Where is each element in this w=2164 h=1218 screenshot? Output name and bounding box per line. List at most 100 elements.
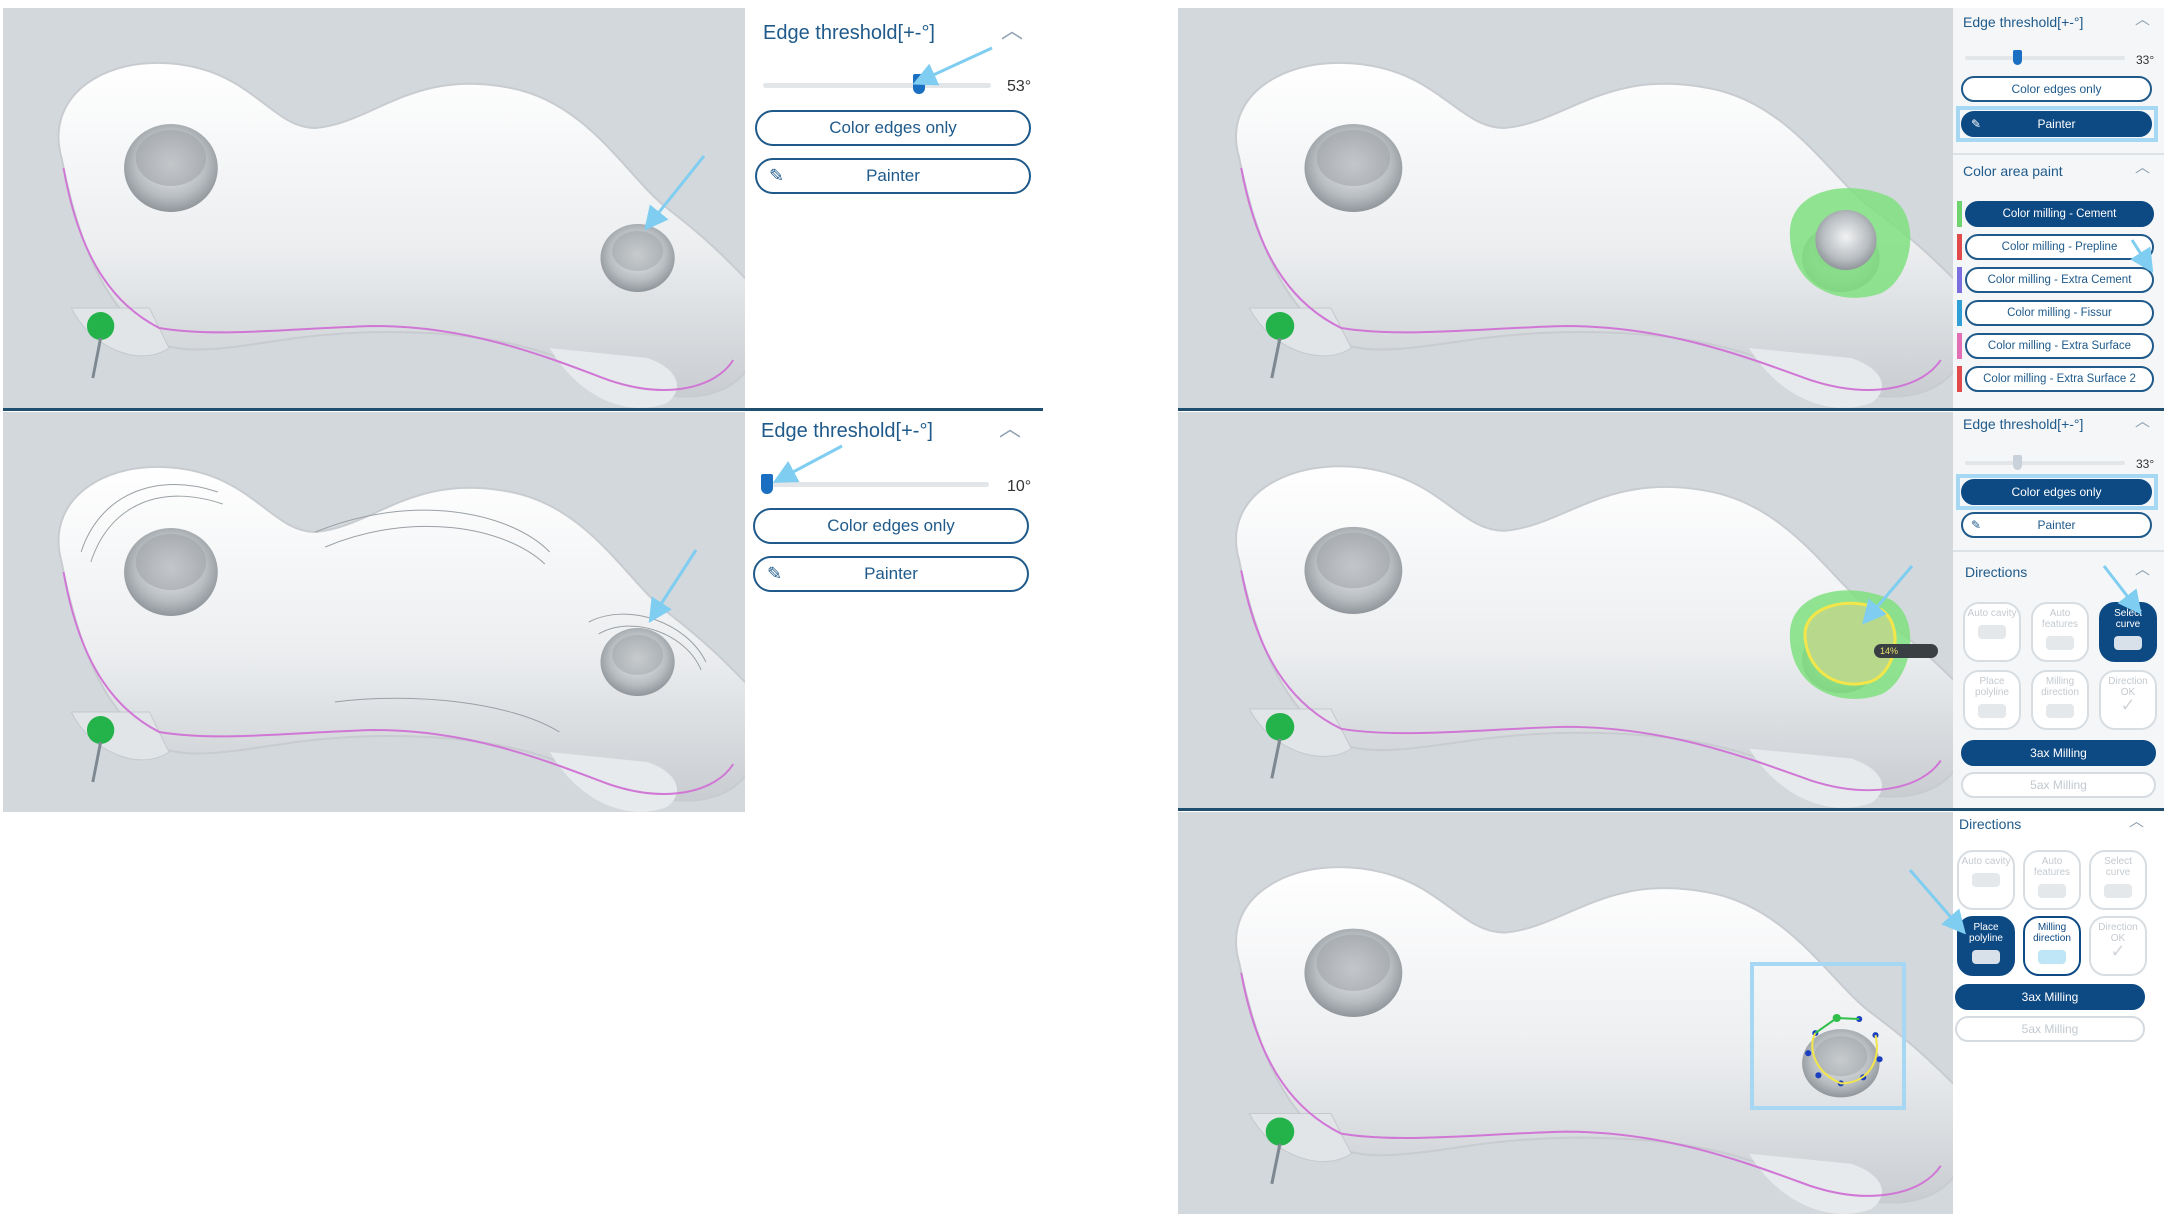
divider-left	[3, 408, 1043, 411]
3ax-milling-label: 3ax Milling	[2021, 990, 2079, 1004]
section-separator	[1953, 550, 2164, 552]
tile-label: Auto cavity	[1961, 856, 2011, 867]
slider-thumb[interactable]	[2012, 455, 2022, 470]
milling-direction-tile[interactable]: Milling direction	[2031, 670, 2089, 730]
collapse-chevron-icon[interactable]: ︿	[2135, 12, 2150, 27]
place-polyline-tile[interactable]: Place polyline	[1957, 916, 2015, 976]
paint-item-label: Color milling - Fissur	[2007, 307, 2112, 319]
collapse-chevron-icon[interactable]: ︿	[1001, 20, 1023, 42]
direction-ok-tile[interactable]: Direction OK ✓	[2099, 670, 2157, 730]
place-polyline-tile[interactable]: Place polyline	[1963, 670, 2021, 730]
color-edges-only-label: Color edges only	[2011, 82, 2102, 96]
edge-threshold-slider[interactable]	[763, 83, 991, 88]
checkmark-icon: ✓	[2110, 941, 2126, 961]
3ax-milling-button[interactable]: 3ax Milling	[1955, 984, 2145, 1010]
edge-threshold-slider[interactable]	[1965, 461, 2125, 465]
select-curve-tile[interactable]: Select curve	[2089, 850, 2147, 910]
panel-top-right: Edge threshold[+-°] ︿ 33° Color edges on…	[1953, 8, 2164, 408]
direction-ok-tile[interactable]: Direction OK ✓	[2089, 916, 2147, 976]
paint-item-label: Color milling - Extra Cement	[1987, 274, 2132, 286]
viewport-middle-left[interactable]	[3, 412, 745, 812]
auto-cavity-tile[interactable]: Auto cavity	[1957, 850, 2015, 910]
paint-item-cement[interactable]: Color milling - Cement	[1965, 201, 2154, 227]
polyline-focus-frame	[1750, 962, 1906, 1110]
auto-features-tile[interactable]: Auto features	[2023, 850, 2081, 910]
auto-features-tile[interactable]: Auto features	[2031, 602, 2089, 662]
edge-threshold-slider[interactable]	[761, 482, 989, 487]
color-edges-only-button[interactable]: Color edges only	[753, 508, 1029, 544]
paint-item-label: Color milling - Extra Surface	[1987, 340, 2132, 352]
5ax-milling-label: 5ax Milling	[2030, 778, 2087, 792]
collapse-chevron-icon[interactable]: ︿	[2135, 414, 2150, 429]
paint-item-extra-cement[interactable]: Color milling - Extra Cement	[1965, 267, 2154, 293]
auto-features-icon	[2046, 636, 2074, 650]
select-curve-tile[interactable]: Select curve	[2099, 602, 2157, 662]
viewport-top-left[interactable]	[3, 8, 745, 408]
paint-color-bar	[1957, 366, 1962, 392]
collapse-chevron-icon[interactable]: ︿	[999, 418, 1021, 440]
milling-direction-tile[interactable]: Milling direction	[2023, 916, 2081, 976]
collapse-chevron-icon[interactable]: ︿	[2135, 160, 2150, 175]
slider-thumb[interactable]	[2012, 50, 2022, 65]
5ax-milling-button[interactable]: 5ax Milling	[1955, 1016, 2145, 1042]
auto-features-icon	[2038, 884, 2066, 898]
threshold-value: 10°	[1007, 478, 1032, 495]
painter-button[interactable]: ✎ Painter	[1961, 512, 2152, 538]
5ax-milling-label: 5ax Milling	[2021, 1022, 2079, 1036]
painter-highlight	[1956, 106, 2158, 142]
select-curve-icon	[2104, 884, 2132, 898]
auto-cavity-tile[interactable]: Auto cavity	[1963, 602, 2021, 662]
paint-item-extra-surface-2[interactable]: Color milling - Extra Surface 2	[1965, 366, 2154, 392]
3ax-milling-label: 3ax Milling	[2030, 746, 2087, 760]
color-edges-highlight	[1956, 474, 2158, 510]
bridge-model-curve	[1234, 464, 1953, 808]
paint-item-prepline[interactable]: Color milling - Prepline	[1965, 234, 2154, 260]
panel-top-left: Edge threshold[+-°] ︿ 53° Color edges on…	[745, 8, 1045, 208]
painter-button[interactable]: ✎ Painter	[755, 158, 1031, 194]
checkmark-icon: ✓	[2120, 695, 2136, 715]
color-edges-only-button[interactable]: Color edges only	[1961, 76, 2152, 102]
bridge-model	[57, 61, 745, 408]
tile-label: Select curve	[2104, 856, 2132, 878]
select-curve-icon	[2114, 636, 2142, 650]
tile-label: Auto features	[2041, 608, 2079, 630]
viewport-top-right[interactable]	[1178, 8, 1953, 408]
paint-color-bar	[1957, 267, 1962, 293]
tile-label: Milling direction	[2041, 676, 2079, 698]
collapse-chevron-icon[interactable]: ︿	[2135, 562, 2150, 577]
painter-label: Painter	[2037, 518, 2076, 532]
paint-item-label: Color milling - Extra Surface 2	[1983, 373, 2136, 385]
paint-item-extra-surface[interactable]: Color milling - Extra Surface	[1965, 333, 2154, 359]
paint-color-bar	[1957, 300, 1962, 326]
collapse-chevron-icon[interactable]: ︿	[2129, 814, 2144, 829]
slider-thumb[interactable]	[760, 474, 773, 494]
paint-item-fissur[interactable]: Color milling - Fissur	[1965, 300, 2154, 326]
place-polyline-icon	[1978, 704, 2006, 718]
color-edges-only-label: Color edges only	[829, 118, 957, 137]
color-edges-only-button[interactable]: Color edges only	[755, 110, 1031, 146]
divider-right-1	[1178, 408, 2164, 411]
threshold-value: 53°	[1007, 78, 1032, 95]
3ax-milling-button[interactable]: 3ax Milling	[1961, 740, 2156, 766]
paint-color-bar	[1957, 234, 1962, 260]
directions-title: Directions	[1959, 816, 2022, 832]
viewport-bottom-right[interactable]	[1178, 812, 1953, 1214]
bridge-model-painted	[1234, 61, 1953, 408]
color-area-paint-title: Color area paint	[1963, 163, 2063, 179]
slider-thumb[interactable]	[913, 74, 926, 94]
milling-direction-icon	[2038, 950, 2066, 964]
painter-button[interactable]: ✎ Painter	[753, 556, 1029, 592]
color-edges-only-label: Color edges only	[827, 516, 955, 535]
5ax-milling-button[interactable]: 5ax Milling	[1961, 772, 2156, 798]
panel-middle-right: Edge threshold[+-°] ︿ 33° Color edges on…	[1953, 412, 2164, 808]
tile-label: Place polyline	[1975, 676, 2009, 698]
tile-label: Auto cavity	[1967, 608, 2017, 619]
divider-right-2	[1178, 808, 2164, 811]
paint-item-label: Color milling - Cement	[2002, 208, 2117, 220]
edge-threshold-title: Edge threshold[+-°]	[1963, 416, 2084, 432]
edge-threshold-slider[interactable]	[1965, 56, 2125, 60]
tile-label: Select curve	[2114, 608, 2142, 630]
edge-threshold-title: Edge threshold[+-°]	[761, 420, 933, 442]
edge-threshold-title: Edge threshold[+-°]	[1963, 14, 2084, 30]
viewport-middle-right[interactable]: 14%	[1178, 412, 1953, 808]
